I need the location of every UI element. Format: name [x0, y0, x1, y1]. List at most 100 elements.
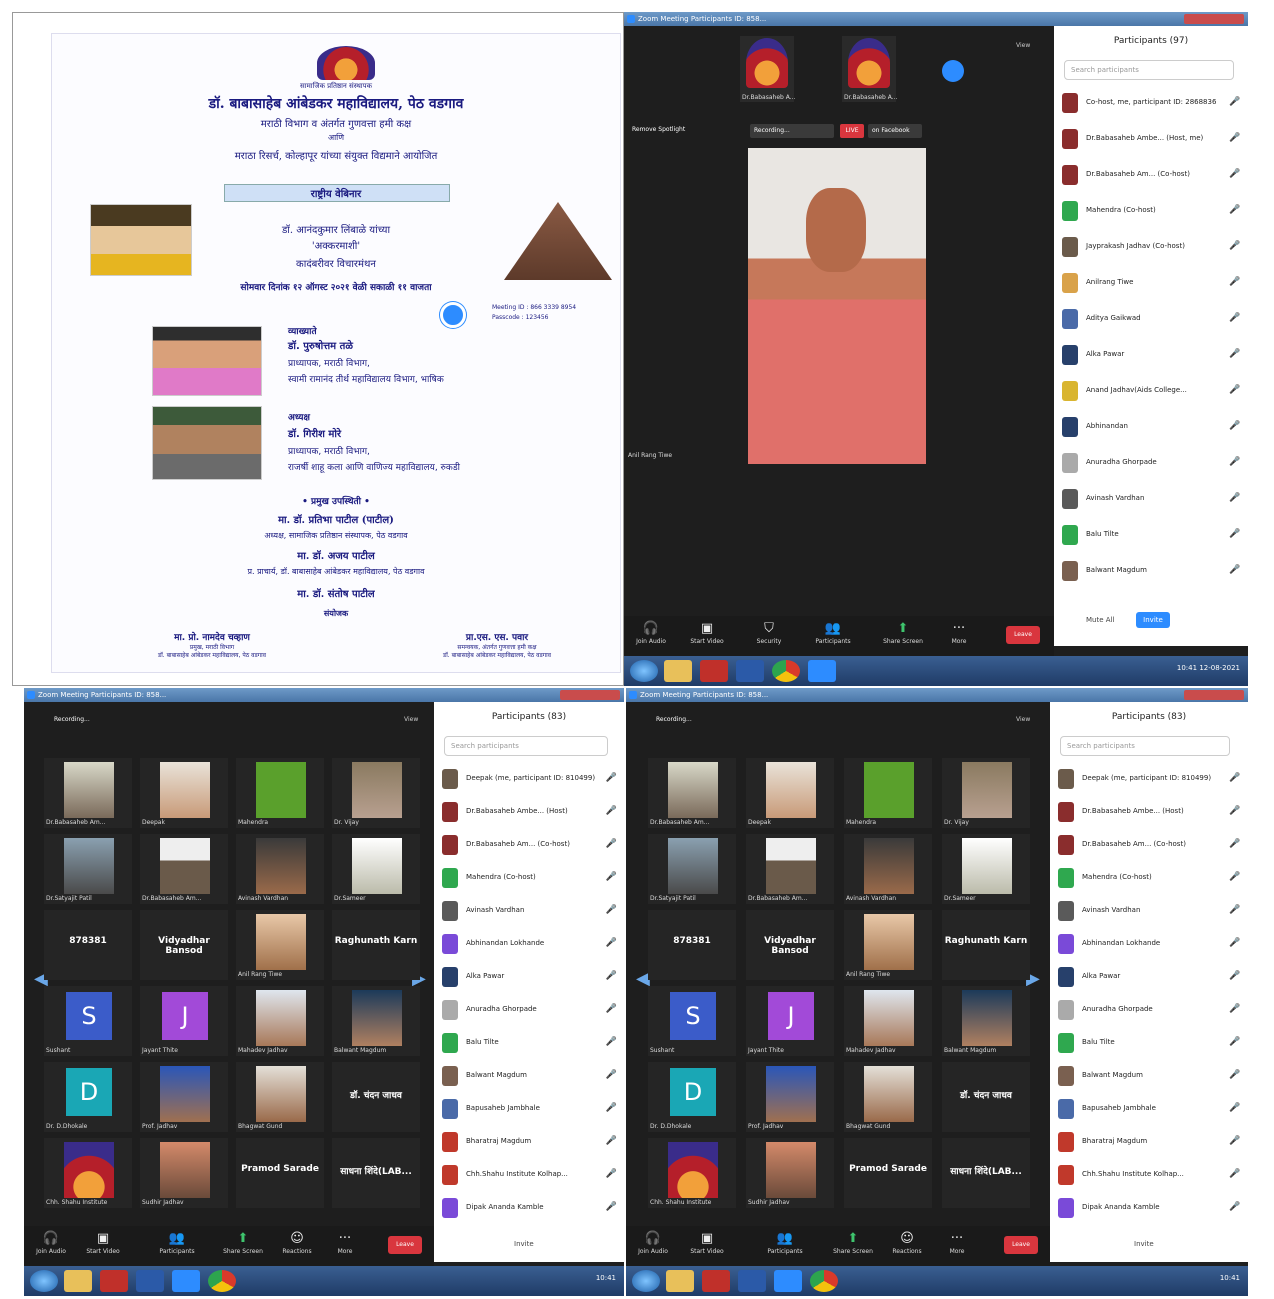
- recording-indicator[interactable]: Recording...: [750, 124, 834, 138]
- participant-row[interactable]: Co-host, me, participant ID: 2868836 🎤: [1062, 88, 1240, 118]
- video-tile[interactable]: Mahadev Jadhav: [236, 986, 324, 1056]
- participant-row[interactable]: Avinash Vardhan 🎤: [442, 896, 617, 926]
- participant-row[interactable]: Mahendra (Co-host) 🎤: [1062, 196, 1240, 226]
- acrobat-icon[interactable]: [702, 1270, 730, 1292]
- participant-row[interactable]: Dr.Babasaheb Ambe... (Host) 🎤: [442, 797, 617, 827]
- chrome-icon[interactable]: [810, 1270, 838, 1292]
- join-audio-button[interactable]: 🎧 Join Audio: [28, 1230, 74, 1264]
- start-button-icon[interactable]: [630, 660, 658, 682]
- participant-row[interactable]: Balu Tilte 🎤: [1062, 520, 1240, 550]
- window-controls[interactable]: [1184, 14, 1244, 24]
- video-tile[interactable]: Sudhir Jadhav: [140, 1138, 228, 1208]
- video-tile[interactable]: Avinash Vardhan: [844, 834, 932, 904]
- participant-row[interactable]: Alka Pawar 🎤: [1058, 962, 1240, 992]
- start-button-icon[interactable]: [30, 1270, 58, 1292]
- participant-search-input[interactable]: Search participants: [1064, 60, 1234, 80]
- participant-row[interactable]: Dr.Babasaheb Am... (Co-host) 🎤: [442, 830, 617, 860]
- share-screen-button[interactable]: ⬆ Share Screen: [220, 1230, 266, 1264]
- explorer-icon[interactable]: [64, 1270, 92, 1292]
- share-screen-button[interactable]: ⬆ Share Screen: [830, 1230, 876, 1264]
- video-tile[interactable]: साधना शिंदे(LAB...: [332, 1138, 420, 1208]
- leave-button[interactable]: Leave: [388, 1236, 422, 1254]
- video-tile[interactable]: Balwant Magdum: [942, 986, 1030, 1056]
- more-button[interactable]: ··· More: [322, 1230, 368, 1264]
- participant-row[interactable]: Chh.Shahu Institute Kolhap... 🎤: [1058, 1160, 1240, 1190]
- participant-row[interactable]: Balu Tilte 🎤: [442, 1028, 617, 1058]
- video-tile[interactable]: Anil Rang Tiwe: [236, 910, 324, 980]
- video-tile[interactable]: Prof. Jadhav: [140, 1062, 228, 1132]
- zoom-taskbar-icon[interactable]: [774, 1270, 802, 1292]
- video-tile[interactable]: Pramod Sarade: [844, 1138, 932, 1208]
- video-tile[interactable]: Dr.Babasaheb Am...: [44, 758, 132, 828]
- video-tile[interactable]: Deepak: [746, 758, 834, 828]
- participant-row[interactable]: Anilrang Tiwe 🎤: [1062, 268, 1240, 298]
- video-tile[interactable]: Mahendra: [844, 758, 932, 828]
- video-tile[interactable]: Mahadev Jadhav: [844, 986, 932, 1056]
- video-tile[interactable]: Raghunath Karn: [942, 910, 1030, 980]
- participant-row[interactable]: Anuradha Ghorpade 🎤: [1062, 448, 1240, 478]
- video-tile[interactable]: Bhagwat Gund: [844, 1062, 932, 1132]
- participant-row[interactable]: Balwant Magdum 🎤: [1062, 556, 1240, 586]
- invite-button[interactable]: Invite: [1136, 612, 1170, 628]
- participant-row[interactable]: Chh.Shahu Institute Kolhap... 🎤: [442, 1160, 617, 1190]
- participant-row[interactable]: Abhinandan Lokhande 🎤: [442, 929, 617, 959]
- participant-row[interactable]: Deepak (me, participant ID: 810499) 🎤: [1058, 764, 1240, 794]
- participant-row[interactable]: Jayprakash Jadhav (Co-host) 🎤: [1062, 232, 1240, 262]
- participant-row[interactable]: Abhinandan Lokhande 🎤: [1058, 929, 1240, 959]
- video-tile[interactable]: Prof. Jadhav: [746, 1062, 834, 1132]
- explorer-icon[interactable]: [664, 660, 692, 682]
- video-tile[interactable]: डॉ. चंदन जाधव: [942, 1062, 1030, 1132]
- participant-row[interactable]: Aditya Gaikwad 🎤: [1062, 304, 1240, 334]
- video-tile[interactable]: 878381: [648, 910, 736, 980]
- participant-row[interactable]: Dr.Babasaheb Am... (Co-host) 🎤: [1062, 160, 1240, 190]
- view-button[interactable]: View: [404, 716, 418, 723]
- window-controls[interactable]: [1184, 690, 1244, 700]
- leave-button[interactable]: Leave: [1006, 626, 1040, 644]
- video-tile[interactable]: साधना शिंदे(LAB...: [942, 1138, 1030, 1208]
- video-tile[interactable]: Dr.Babasaheb Am...: [648, 758, 736, 828]
- leave-button[interactable]: Leave: [1004, 1236, 1038, 1254]
- video-tile[interactable]: Anil Rang Tiwe: [844, 910, 932, 980]
- start-video-button[interactable]: ▣ Start Video: [684, 1230, 730, 1264]
- video-tile[interactable]: Vidyadhar Bansod: [140, 910, 228, 980]
- invite-button[interactable]: Invite: [514, 1240, 534, 1248]
- more-button[interactable]: ··· More: [934, 1230, 980, 1264]
- video-tile[interactable]: D Dr. D.Dhokale: [648, 1062, 736, 1132]
- view-button[interactable]: View: [1016, 42, 1030, 49]
- video-tile[interactable]: Dr.Sameer: [942, 834, 1030, 904]
- explorer-icon[interactable]: [666, 1270, 694, 1292]
- zoom-taskbar-icon[interactable]: [172, 1270, 200, 1292]
- participant-row[interactable]: Dr.Babasaheb Ambe... (Host, me) 🎤: [1062, 124, 1240, 154]
- participant-row[interactable]: Anuradha Ghorpade 🎤: [1058, 995, 1240, 1025]
- video-tile[interactable]: Dr.Babasaheb Am...: [140, 834, 228, 904]
- start-video-button[interactable]: ▣ Start Video: [684, 620, 730, 654]
- participant-row[interactable]: Mahendra (Co-host) 🎤: [1058, 863, 1240, 893]
- video-tile[interactable]: Balwant Magdum: [332, 986, 420, 1056]
- join-audio-button[interactable]: 🎧 Join Audio: [628, 620, 674, 654]
- reactions-button[interactable]: ☺ Reactions: [274, 1230, 320, 1264]
- participant-row[interactable]: Bharatraj Magdum 🎤: [442, 1127, 617, 1157]
- participant-search-input[interactable]: Search participants: [444, 736, 608, 756]
- participants-button[interactable]: 👥 Participants: [154, 1230, 200, 1264]
- participant-row[interactable]: Deepak (me, participant ID: 810499) 🎤: [442, 764, 617, 794]
- participant-row[interactable]: Anand Jadhav(Aids College... 🎤: [1062, 376, 1240, 406]
- window-controls[interactable]: [560, 690, 620, 700]
- chrome-icon[interactable]: [208, 1270, 236, 1292]
- video-tile[interactable]: 878381: [44, 910, 132, 980]
- acrobat-icon[interactable]: [100, 1270, 128, 1292]
- video-tile[interactable]: Dr.Sameer: [332, 834, 420, 904]
- video-tile[interactable]: Chh. Shahu Institute: [648, 1138, 736, 1208]
- video-tile[interactable]: Bhagwat Gund: [236, 1062, 324, 1132]
- participant-row[interactable]: Avinash Vardhan 🎤: [1058, 896, 1240, 926]
- video-tile[interactable]: D Dr. D.Dhokale: [44, 1062, 132, 1132]
- participant-row[interactable]: Anuradha Ghorpade 🎤: [442, 995, 617, 1025]
- video-tile[interactable]: S Sushant: [648, 986, 736, 1056]
- participant-row[interactable]: Dipak Ananda Kamble 🎤: [1058, 1193, 1240, 1223]
- video-tile[interactable]: Pramod Sarade: [236, 1138, 324, 1208]
- video-tile[interactable]: Deepak: [140, 758, 228, 828]
- participant-row[interactable]: Bharatraj Magdum 🎤: [1058, 1127, 1240, 1157]
- participants-button[interactable]: 👥 Participants: [762, 1230, 808, 1264]
- top-video-tile[interactable]: Dr.Babasaheb A...: [740, 36, 795, 102]
- video-tile[interactable]: J Jayant Thite: [746, 986, 834, 1056]
- remove-spotlight-button[interactable]: Remove Spotlight: [632, 126, 685, 133]
